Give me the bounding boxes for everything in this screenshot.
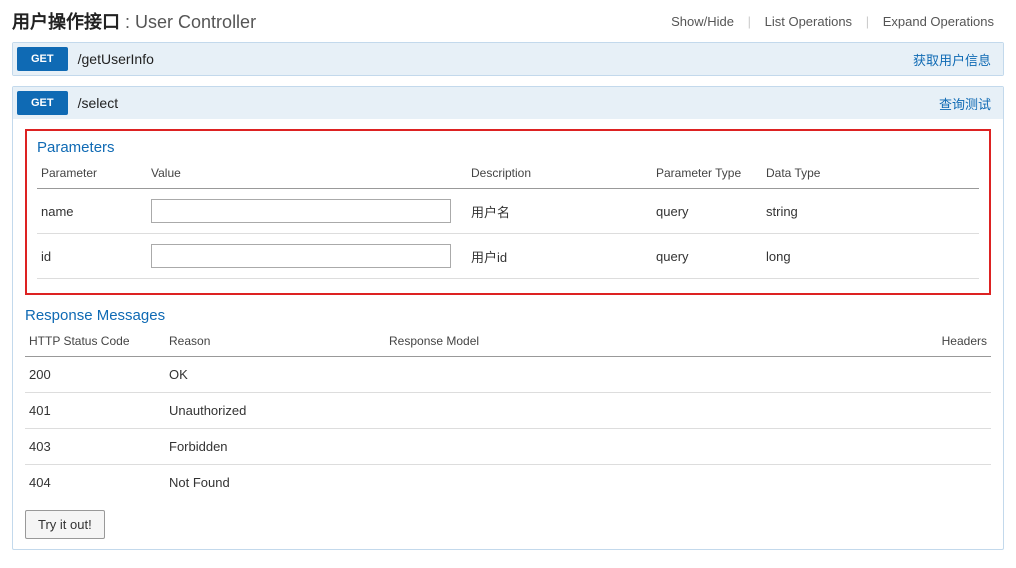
- parameters-table: Parameter Value Description Parameter Ty…: [37, 160, 979, 279]
- separator: |: [866, 14, 869, 29]
- th-param-type: Parameter Type: [652, 160, 762, 189]
- operation-summary[interactable]: 获取用户信息: [913, 50, 999, 69]
- reason: Not Found: [165, 465, 385, 501]
- controller-sep: :: [125, 12, 135, 32]
- method-badge-get: GET: [17, 91, 68, 115]
- th-data-type: Data Type: [762, 160, 979, 189]
- param-value-input-name[interactable]: [151, 199, 451, 223]
- operation-path[interactable]: /select: [78, 95, 939, 111]
- try-it-out-button[interactable]: Try it out!: [25, 510, 105, 539]
- param-row: name 用户名 query string: [37, 189, 979, 234]
- param-type: query: [652, 234, 762, 279]
- status-code: 403: [25, 429, 165, 465]
- operation-getuserinfo: GET /getUserInfo 获取用户信息: [12, 42, 1004, 76]
- separator: |: [748, 14, 751, 29]
- th-headers: Headers: [891, 328, 991, 357]
- reason: Forbidden: [165, 429, 385, 465]
- list-operations-link[interactable]: List Operations: [755, 14, 862, 29]
- header-links: Show/Hide | List Operations | Expand Ope…: [661, 14, 1004, 29]
- operation-summary[interactable]: 查询测试: [939, 94, 999, 113]
- parameters-title: Parameters: [37, 139, 979, 156]
- show-hide-link[interactable]: Show/Hide: [661, 14, 744, 29]
- controller-name-en: User Controller: [135, 12, 256, 32]
- controller-header: 用户操作接口 : User Controller Show/Hide | Lis…: [12, 8, 1004, 34]
- response-row: 403 Forbidden: [25, 429, 991, 465]
- param-data-type: long: [762, 234, 979, 279]
- param-value-input-id[interactable]: [151, 244, 451, 268]
- th-parameter: Parameter: [37, 160, 147, 189]
- param-description: 用户名: [467, 189, 652, 234]
- controller-name-cn: 用户操作接口: [12, 12, 120, 32]
- response-row: 404 Not Found: [25, 465, 991, 501]
- th-value: Value: [147, 160, 467, 189]
- controller-title: 用户操作接口 : User Controller: [12, 8, 256, 34]
- th-reason: Reason: [165, 328, 385, 357]
- operation-header[interactable]: GET /getUserInfo 获取用户信息: [13, 43, 1003, 75]
- reason: Unauthorized: [165, 393, 385, 429]
- operation-header[interactable]: GET /select 查询测试: [13, 87, 1003, 119]
- operation-path[interactable]: /getUserInfo: [78, 51, 913, 67]
- param-row: id 用户id query long: [37, 234, 979, 279]
- response-row: 200 OK: [25, 357, 991, 393]
- status-code: 200: [25, 357, 165, 393]
- responses-table: HTTP Status Code Reason Response Model H…: [25, 328, 991, 500]
- param-name: name: [37, 189, 147, 234]
- param-data-type: string: [762, 189, 979, 234]
- parameters-highlight-box: Parameters Parameter Value Description P…: [25, 129, 991, 295]
- status-code: 404: [25, 465, 165, 501]
- th-response-model: Response Model: [385, 328, 891, 357]
- reason: OK: [165, 357, 385, 393]
- param-name: id: [37, 234, 147, 279]
- responses-title: Response Messages: [25, 307, 991, 324]
- status-code: 401: [25, 393, 165, 429]
- method-badge-get: GET: [17, 47, 68, 71]
- param-description: 用户id: [467, 234, 652, 279]
- expand-operations-link[interactable]: Expand Operations: [873, 14, 1004, 29]
- response-row: 401 Unauthorized: [25, 393, 991, 429]
- th-status-code: HTTP Status Code: [25, 328, 165, 357]
- operation-select: GET /select 查询测试 Parameters Parameter Va…: [12, 86, 1004, 550]
- th-description: Description: [467, 160, 652, 189]
- operation-body: Parameters Parameter Value Description P…: [13, 119, 1003, 549]
- param-type: query: [652, 189, 762, 234]
